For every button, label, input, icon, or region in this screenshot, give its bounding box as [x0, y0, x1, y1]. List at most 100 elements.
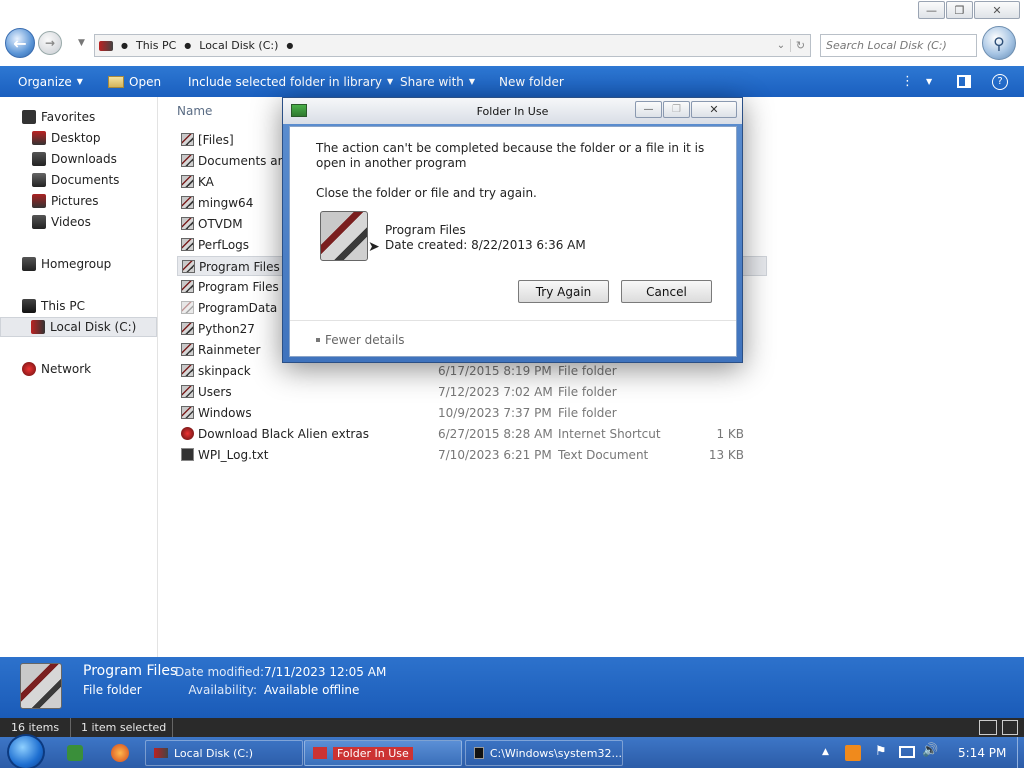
- nav-label: Desktop: [51, 131, 101, 145]
- minimize-icon: —: [643, 104, 654, 115]
- folder-icon: [181, 154, 194, 167]
- dialog-message: The action can't be completed because th…: [316, 141, 705, 170]
- include-in-library-menu[interactable]: Include selected folder in library ▼: [188, 66, 393, 97]
- list-item[interactable]: Download Black Alien extras 6/27/2015 8:2…: [177, 424, 767, 444]
- start-button[interactable]: [7, 734, 45, 768]
- try-again-button[interactable]: Try Again: [518, 280, 609, 303]
- cursor-icon: ➤: [368, 239, 380, 255]
- nav-favorites[interactable]: Favorites: [0, 107, 157, 127]
- share-with-menu[interactable]: Share with ▼: [400, 66, 475, 97]
- address-bar[interactable]: ● This PC ● Local Disk (C:) ● ⌄ ↻: [94, 34, 811, 57]
- tray-expand-icon[interactable]: ▲: [822, 747, 829, 757]
- task-command-prompt[interactable]: C:\Windows\system32...: [465, 740, 623, 766]
- column-header-name[interactable]: Name: [177, 104, 212, 118]
- network-icon: [22, 362, 36, 376]
- network-tray-icon[interactable]: [899, 746, 915, 758]
- folder-icon: [181, 364, 194, 377]
- minimize-icon: —: [926, 3, 937, 17]
- large-icons-view-icon[interactable]: [1002, 720, 1018, 735]
- search-button[interactable]: ⚲: [982, 26, 1016, 60]
- open-icon: [108, 75, 124, 88]
- task-folder-in-use[interactable]: Folder In Use: [304, 740, 462, 766]
- file-type: File folder: [558, 406, 617, 420]
- dialog-minimize-button[interactable]: —: [635, 101, 662, 118]
- open-button[interactable]: Open: [108, 66, 161, 97]
- help-button[interactable]: ?: [992, 66, 1008, 97]
- nav-label: Pictures: [51, 194, 99, 208]
- nav-videos[interactable]: Videos: [0, 212, 157, 232]
- tray-app-icon[interactable]: [845, 745, 861, 761]
- back-arrow-icon: ←: [13, 33, 27, 53]
- nav-label: Local Disk (C:): [50, 320, 137, 334]
- nav-network[interactable]: Network: [0, 359, 157, 379]
- file-name: WPI_Log.txt: [198, 448, 269, 462]
- view-options-dropdown[interactable]: ▼: [926, 66, 932, 97]
- close-button[interactable]: ✕: [974, 1, 1020, 19]
- file-size: 13 KB: [708, 448, 744, 462]
- close-icon: ✕: [709, 103, 719, 116]
- nav-documents[interactable]: Documents: [0, 170, 157, 190]
- dialog-app-icon: [313, 747, 327, 759]
- list-item[interactable]: Windows 10/9/2023 7:37 PM File folder: [177, 403, 767, 423]
- dialog-maximize-button: ❐: [663, 101, 690, 118]
- firefox-icon[interactable]: [111, 744, 129, 762]
- show-desktop-button[interactable]: [1017, 737, 1024, 768]
- details-view-icon[interactable]: [979, 720, 997, 735]
- command-bar: Organize ▼ Open Include selected folder i…: [0, 66, 1024, 97]
- fewer-details-label: Fewer details: [325, 333, 405, 347]
- search-input[interactable]: Search Local Disk (C:): [820, 34, 977, 57]
- dialog-close-button[interactable]: ✕: [691, 101, 737, 118]
- organize-menu[interactable]: Organize ▼: [18, 66, 83, 97]
- file-name: Python27: [198, 322, 255, 336]
- chevron-down-icon: ▼: [468, 77, 476, 86]
- volume-icon[interactable]: 🔊: [922, 743, 938, 758]
- nav-label: Network: [41, 362, 92, 376]
- minimize-button[interactable]: —: [918, 1, 945, 19]
- breadcrumb-local-disk[interactable]: Local Disk (C:): [199, 39, 278, 52]
- recent-locations-dropdown[interactable]: ▼: [78, 38, 85, 48]
- file-name: PerfLogs: [198, 238, 250, 252]
- quicklaunch-app-icon[interactable]: [67, 745, 83, 761]
- drive-icon: [31, 320, 45, 334]
- collapse-icon: [316, 338, 320, 342]
- nav-local-disk[interactable]: Local Disk (C:): [0, 317, 157, 337]
- file-date: 6/17/2015 8:19 PM: [438, 364, 552, 378]
- folder-icon: [181, 343, 194, 356]
- nav-homegroup[interactable]: Homegroup: [0, 254, 157, 274]
- preview-pane-button[interactable]: [957, 66, 971, 97]
- nav-this-pc[interactable]: This PC: [0, 296, 157, 316]
- folder-icon: [181, 280, 194, 293]
- breadcrumb-this-pc[interactable]: This PC: [136, 39, 176, 52]
- nav-pictures[interactable]: Pictures: [0, 191, 157, 211]
- more-options-button[interactable]: ⋮: [901, 66, 914, 97]
- desktop-icon: [32, 131, 46, 145]
- star-icon: [22, 110, 36, 124]
- address-dropdown-icon[interactable]: ⌄: [772, 40, 790, 51]
- maximize-button[interactable]: ❐: [946, 1, 973, 19]
- list-item[interactable]: WPI_Log.txt 7/10/2023 6:21 PM Text Documen…: [177, 445, 767, 465]
- videos-icon: [32, 215, 46, 229]
- back-button[interactable]: ←: [5, 28, 35, 58]
- list-item[interactable]: skinpack 6/17/2015 8:19 PM File folder: [177, 361, 767, 381]
- fewer-details-toggle[interactable]: Fewer details: [316, 333, 405, 347]
- list-item[interactable]: Users 7/12/2023 7:02 AM File folder: [177, 382, 767, 402]
- details-availability-value: Available offline: [264, 683, 360, 697]
- forward-button[interactable]: →: [38, 31, 62, 55]
- nav-downloads[interactable]: Downloads: [0, 149, 157, 169]
- file-name: Download Black Alien extras: [198, 427, 369, 441]
- flag-icon[interactable]: ⚑: [875, 744, 887, 759]
- file-name: ProgramData: [198, 301, 278, 315]
- new-folder-button[interactable]: New folder: [499, 66, 564, 97]
- chevron-down-icon: ▼: [926, 77, 933, 86]
- open-label: Open: [129, 74, 162, 89]
- task-label: Local Disk (C:): [174, 746, 254, 760]
- cancel-button[interactable]: Cancel: [621, 280, 712, 303]
- dialog-divider: [290, 320, 736, 321]
- include-label: Include selected folder in library: [188, 74, 382, 89]
- clock[interactable]: 5:14 PM: [958, 746, 1006, 760]
- nav-desktop[interactable]: Desktop: [0, 128, 157, 148]
- homegroup-icon: [22, 257, 36, 271]
- dialog-instruction: Close the folder or file and try again.: [316, 186, 537, 200]
- refresh-icon[interactable]: ↻: [790, 39, 810, 52]
- task-local-disk[interactable]: Local Disk (C:): [145, 740, 303, 766]
